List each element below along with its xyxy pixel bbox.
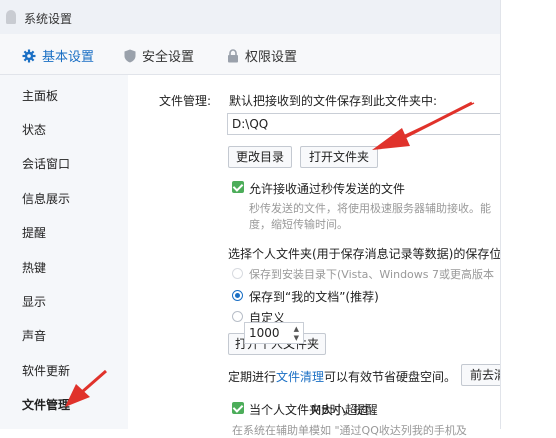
annotation-arrows bbox=[65, 101, 475, 407]
annotation-overlay bbox=[0, 0, 556, 429]
